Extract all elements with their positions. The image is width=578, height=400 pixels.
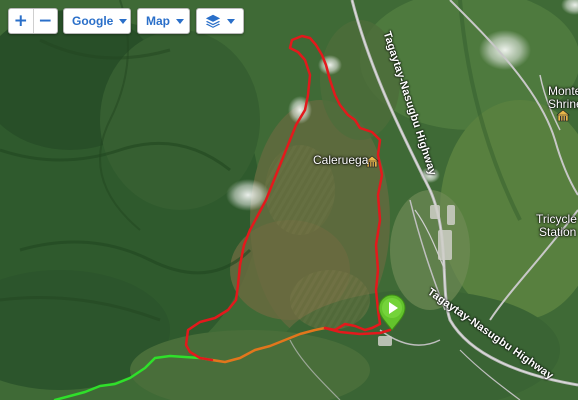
- map-source-label: Google: [72, 14, 114, 28]
- zoom-out-button[interactable]: −: [33, 9, 57, 33]
- map-source-dropdown[interactable]: Google: [63, 8, 131, 34]
- minus-icon: −: [38, 11, 53, 31]
- chevron-down-icon: [227, 19, 235, 24]
- monte-shrine-label-line2: Shrine: [548, 97, 578, 111]
- layers-dropdown[interactable]: [196, 8, 244, 34]
- monte-shrine-label-line1: Monte: [548, 84, 578, 98]
- chevron-down-icon: [176, 19, 184, 24]
- zoom-in-button[interactable]: +: [9, 9, 33, 33]
- zoom-control: + −: [8, 8, 58, 34]
- layers-icon: [205, 14, 221, 28]
- caleruega-label: Caleruega: [313, 153, 369, 167]
- chevron-down-icon: [119, 19, 128, 24]
- tricycle-station-label-line2: Station: [539, 225, 577, 239]
- map-type-label: Map: [146, 14, 170, 28]
- map-type-dropdown[interactable]: Map: [137, 8, 190, 34]
- tricycle-station-label-line1: Tricycle: [536, 212, 577, 226]
- plus-icon: +: [13, 11, 28, 31]
